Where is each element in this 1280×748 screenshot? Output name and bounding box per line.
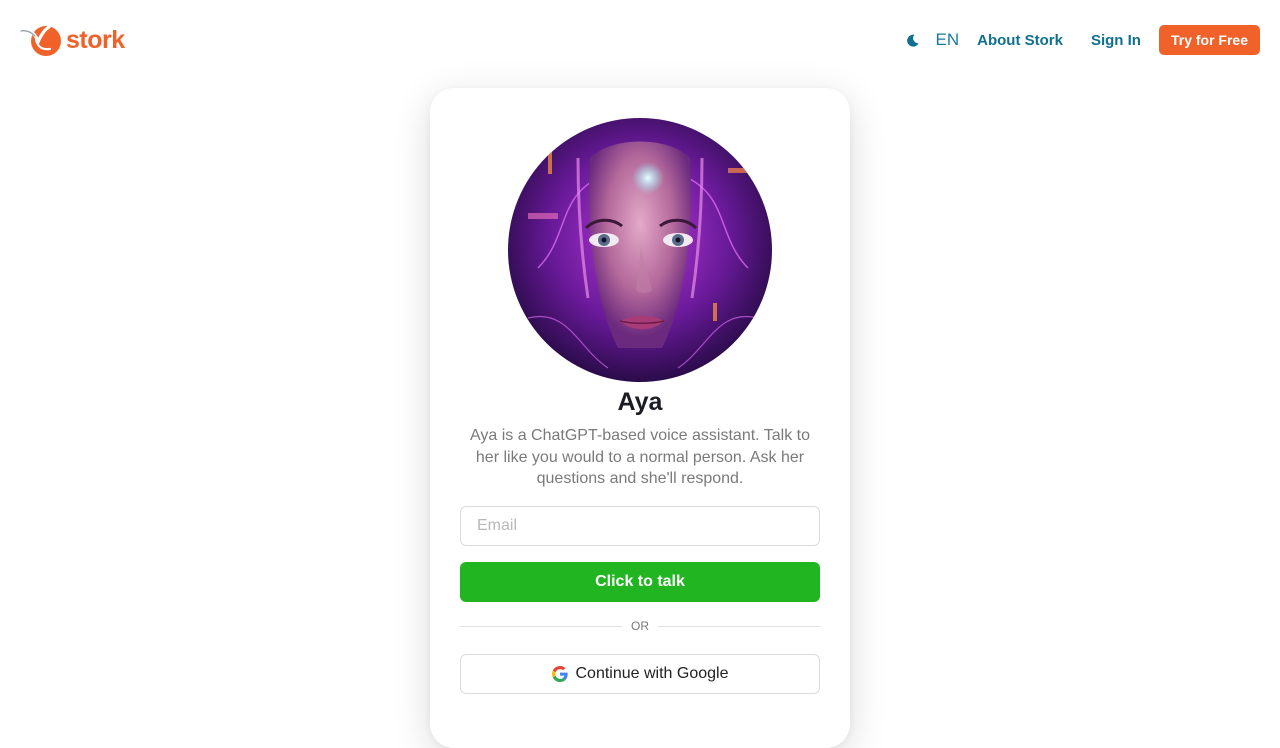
assistant-description: Aya is a ChatGPT-based voice assistant. … xyxy=(469,427,811,487)
click-to-talk-button[interactable]: Click to talk xyxy=(460,562,820,602)
google-g-icon xyxy=(551,666,568,682)
or-divider: OR xyxy=(460,618,820,634)
about-stork-link[interactable]: About Stork xyxy=(977,32,1063,49)
try-for-free-button[interactable]: Try for Free xyxy=(1158,25,1260,55)
sign-in-link[interactable]: Sign In xyxy=(1091,32,1141,49)
stork-bird-icon xyxy=(20,22,66,58)
logo-text: stork xyxy=(66,26,125,54)
divider-or-text: OR xyxy=(631,619,649,633)
email-field[interactable] xyxy=(460,506,820,546)
assistant-name: Aya xyxy=(617,388,663,416)
top-header: stork EN About Stork Sign In Try for Fre… xyxy=(0,0,1280,80)
top-nav: EN About Stork Sign In Try for Free xyxy=(906,25,1260,55)
language-selector[interactable]: EN xyxy=(936,30,960,50)
continue-with-google-button[interactable]: Continue with Google xyxy=(460,654,820,694)
google-button-label: Continue with Google xyxy=(575,665,729,682)
assistant-card: Aya Aya is a ChatGPT-based voice assista… xyxy=(430,88,850,748)
divider-line-left xyxy=(460,625,622,627)
stork-logo[interactable]: stork xyxy=(20,22,125,58)
divider-line-right xyxy=(658,625,820,627)
moon-icon[interactable] xyxy=(906,33,920,47)
assistant-avatar xyxy=(508,118,772,382)
